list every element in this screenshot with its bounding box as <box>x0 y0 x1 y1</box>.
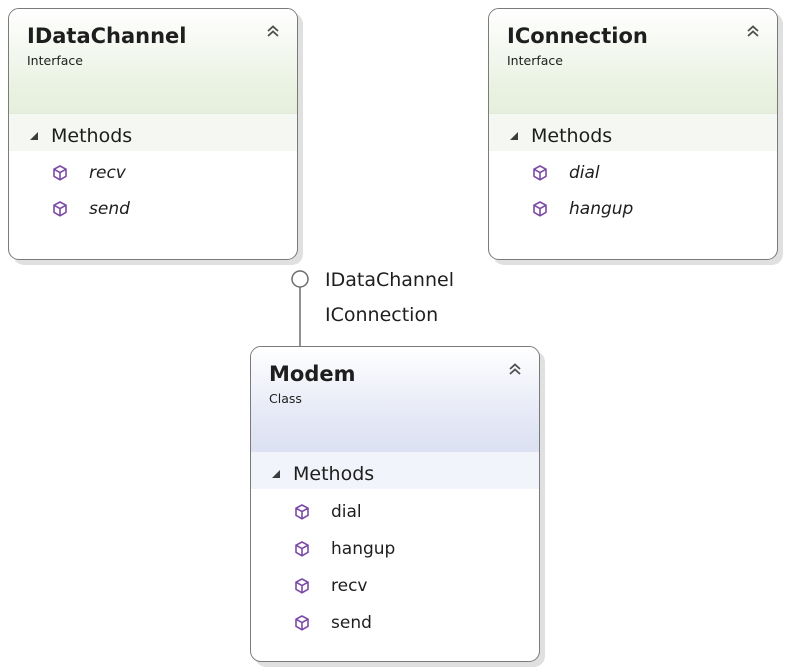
method-cube-icon <box>293 614 311 632</box>
double-chevron-up-icon[interactable] <box>265 23 281 39</box>
triangle-expander-icon[interactable] <box>509 131 521 141</box>
member-list: recv send <box>9 151 297 227</box>
member-label: send <box>331 612 372 633</box>
methods-compartment-header[interactable]: Methods <box>489 113 777 151</box>
lollipop-circle[interactable] <box>291 270 309 288</box>
methods-compartment-header[interactable]: Methods <box>9 113 297 151</box>
method-cube-icon <box>531 164 549 182</box>
shape-header: IDataChannel Interface <box>9 9 297 113</box>
compartment-label: Methods <box>531 124 613 147</box>
method-cube-icon <box>293 503 311 521</box>
member-label: dial <box>331 501 362 522</box>
member-label: recv <box>331 575 368 596</box>
member-list: dial hangup <box>489 151 777 227</box>
shape-title: IConnection <box>507 24 648 48</box>
triangle-expander-icon[interactable] <box>29 131 41 141</box>
member-label: send <box>89 199 130 219</box>
member-label: hangup <box>331 538 396 559</box>
method-cube-icon <box>293 540 311 558</box>
member-send[interactable]: send <box>251 604 539 641</box>
method-cube-icon <box>293 577 311 595</box>
methods-compartment-header[interactable]: Methods <box>251 451 539 489</box>
shape-title: Modem <box>269 362 356 386</box>
method-cube-icon <box>531 200 549 218</box>
shape-title: IDataChannel <box>27 24 187 48</box>
member-hangup[interactable]: hangup <box>489 191 777 227</box>
member-send[interactable]: send <box>9 191 297 227</box>
double-chevron-up-icon[interactable] <box>745 23 761 39</box>
iconnection-shape[interactable]: IConnection Interface Methods dial hangu… <box>488 8 778 260</box>
triangle-expander-icon[interactable] <box>271 469 283 479</box>
modem-shape[interactable]: Modem Class Methods dial hangup recv sen… <box>250 346 540 662</box>
idatachannel-shape[interactable]: IDataChannel Interface Methods recv send <box>8 8 298 260</box>
member-dial[interactable]: dial <box>489 155 777 191</box>
member-recv[interactable]: recv <box>251 567 539 604</box>
shape-stereotype: Interface <box>507 53 563 68</box>
shape-header: IConnection Interface <box>489 9 777 113</box>
member-list: dial hangup recv send <box>251 489 539 641</box>
compartment-label: Methods <box>293 462 375 485</box>
double-chevron-up-icon[interactable] <box>507 361 523 377</box>
member-dial[interactable]: dial <box>251 493 539 530</box>
shape-stereotype: Interface <box>27 53 83 68</box>
member-recv[interactable]: recv <box>9 155 297 191</box>
shape-stereotype: Class <box>269 391 302 406</box>
compartment-label: Methods <box>51 124 133 147</box>
member-hangup[interactable]: hangup <box>251 530 539 567</box>
member-label: hangup <box>569 199 634 219</box>
shape-header: Modem Class <box>251 347 539 451</box>
member-label: dial <box>569 163 600 183</box>
lollipop-label-idatachannel: IDataChannel <box>325 269 454 291</box>
member-label: recv <box>89 163 126 183</box>
lollipop-label-iconnection: IConnection <box>325 304 439 326</box>
method-cube-icon <box>51 164 69 182</box>
method-cube-icon <box>51 200 69 218</box>
